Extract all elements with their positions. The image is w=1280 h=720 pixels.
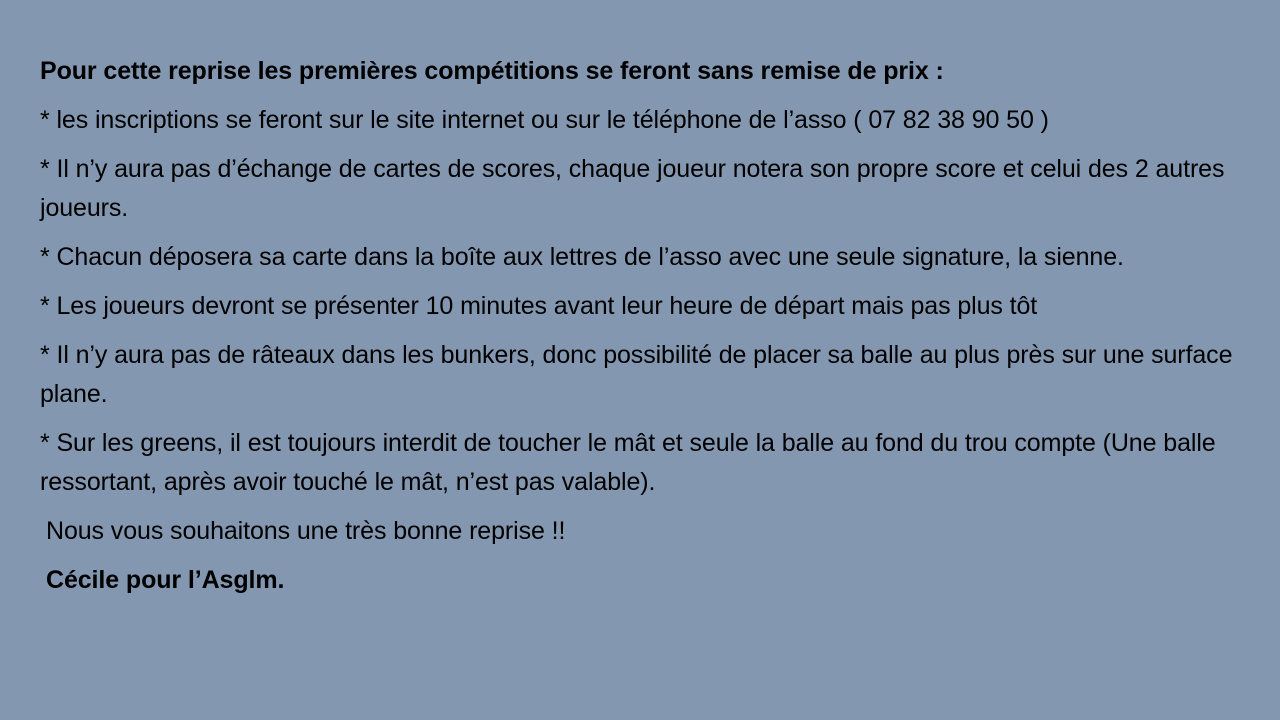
rule-greens: * Sur les greens, il est toujours interd…	[40, 429, 1216, 496]
slide: Pour cette reprise les premières compéti…	[0, 0, 1280, 720]
rule-score-cards: * Il n’y aura pas d’échange de cartes de…	[40, 155, 1225, 222]
slide-content: Pour cette reprise les premières compéti…	[40, 52, 1250, 610]
slide-heading: Pour cette reprise les premières compéti…	[40, 57, 944, 85]
rule-bunkers: * Il n’y aura pas de râteaux dans les bu…	[40, 341, 1233, 408]
signature: Cécile pour l’Asglm.	[46, 566, 285, 594]
rule-card-deposit: * Chacun déposera sa carte dans la boîte…	[40, 243, 1124, 271]
rule-registration: * les inscriptions se feront sur le site…	[40, 106, 1049, 134]
closing-message: Nous vous souhaitons une très bonne repr…	[46, 517, 566, 545]
rule-arrival-time: * Les joueurs devront se présenter 10 mi…	[40, 292, 1038, 320]
